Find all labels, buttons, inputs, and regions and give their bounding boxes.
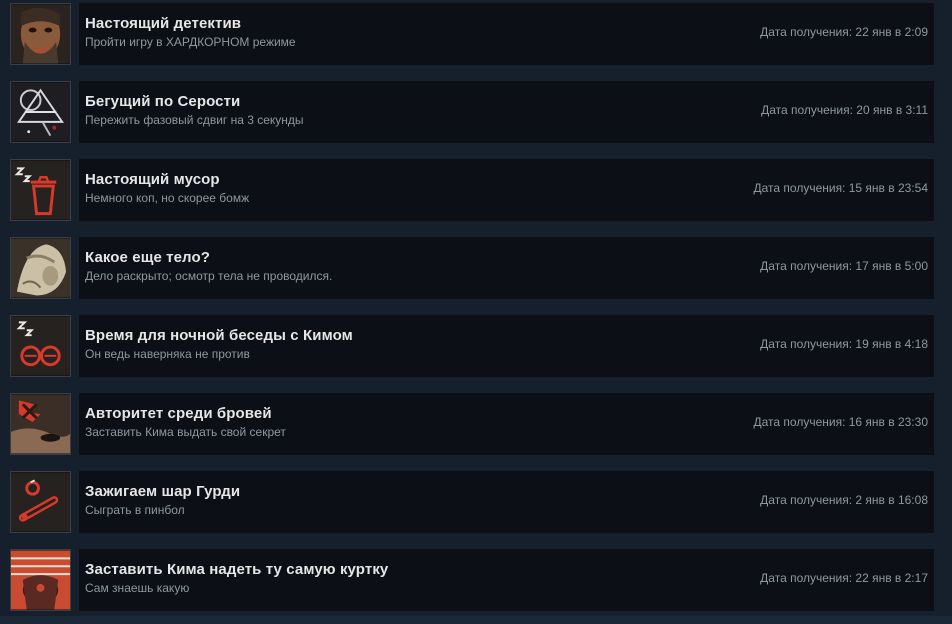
achievement-title: Авторитет среди бровей xyxy=(85,405,272,422)
achievement-description: Немного коп, но скорее бомж xyxy=(85,191,250,205)
achievement-title: Время для ночной беседы с Кимом xyxy=(85,327,353,344)
achievement-list: Настоящий детектив Пройти игру в ХАРДКОР… xyxy=(0,0,952,616)
achievement-card[interactable]: Настоящий мусор Немного коп, но скорее б… xyxy=(79,159,934,221)
achievement-card[interactable]: Время для ночной беседы с Кимом Он ведь … xyxy=(79,315,934,377)
achievement-title: Настоящий мусор xyxy=(85,171,220,188)
pale-sigil-icon xyxy=(10,81,71,143)
achievement-row: Зажигаем шар Гурди Сыграть в пинбол Дата… xyxy=(0,468,952,546)
pinball-flipper-icon xyxy=(10,471,71,533)
achievement-description: Сам знаешь какую xyxy=(85,581,190,595)
unlock-date: Дата получения: 17 янв в 5:00 xyxy=(760,259,928,273)
achievement-row: Время для ночной беседы с Кимом Он ведь … xyxy=(0,312,952,390)
unlock-date: Дата получения: 20 янв в 3:11 xyxy=(761,103,928,117)
sleeping-glasses-icon xyxy=(10,315,71,377)
achievement-title: Настоящий детектив xyxy=(85,15,242,32)
unlock-date: Дата получения: 15 янв в 23:54 xyxy=(753,181,929,195)
trash-can-icon xyxy=(10,159,71,221)
achievement-row: Заставить Кима надеть ту самую куртку Са… xyxy=(0,546,952,624)
achievement-row: Бегущий по Серости Пережить фазовый сдви… xyxy=(0,78,952,156)
achievement-description: Пережить фазовый сдвиг на 3 секунды xyxy=(85,113,304,127)
detective-portrait-icon xyxy=(10,3,71,65)
achievement-card[interactable]: Настоящий детектив Пройти игру в ХАРДКОР… xyxy=(79,3,934,65)
achievement-row: Какое еще тело? Дело раскрыто; осмотр те… xyxy=(0,234,952,312)
jacket-icon xyxy=(10,549,71,611)
achievement-row: Настоящий мусор Немного коп, но скорее б… xyxy=(0,156,952,234)
achievement-card[interactable]: Зажигаем шар Гурди Сыграть в пинбол Дата… xyxy=(79,471,934,533)
unlock-date: Дата получения: 2 янв в 16:08 xyxy=(760,493,928,507)
achievement-title: Бегущий по Серости xyxy=(85,93,241,110)
achievement-row: Авторитет среди бровей Заставить Кима вы… xyxy=(0,390,952,468)
achievement-description: Сыграть в пинбол xyxy=(85,503,185,517)
achievement-description: Он ведь наверняка не против xyxy=(85,347,250,361)
achievement-card[interactable]: Бегущий по Серости Пережить фазовый сдви… xyxy=(79,81,934,143)
unlock-date: Дата получения: 19 янв в 4:18 xyxy=(760,337,928,351)
achievement-description: Заставить Кима выдать свой секрет xyxy=(85,425,286,439)
achievement-card[interactable]: Заставить Кима надеть ту самую куртку Са… xyxy=(79,549,934,611)
achievement-card[interactable]: Авторитет среди бровей Заставить Кима вы… xyxy=(79,393,934,455)
achievement-title: Зажигаем шар Гурди xyxy=(85,483,241,500)
angry-brow-icon xyxy=(10,393,71,455)
achievement-title: Заставить Кима надеть ту самую куртку xyxy=(85,561,389,578)
achievement-title: Какое еще тело? xyxy=(85,249,211,266)
achievement-description: Пройти игру в ХАРДКОРНОМ режиме xyxy=(85,35,296,49)
unlock-date: Дата получения: 16 янв в 23:30 xyxy=(753,415,929,429)
hanged-body-icon xyxy=(10,237,71,299)
achievement-row: Настоящий детектив Пройти игру в ХАРДКОР… xyxy=(0,0,952,78)
achievement-description: Дело раскрыто; осмотр тела не проводился… xyxy=(85,269,333,283)
unlock-date: Дата получения: 22 янв в 2:17 xyxy=(760,571,928,585)
unlock-date: Дата получения: 22 янв в 2:09 xyxy=(760,25,928,39)
achievement-card[interactable]: Какое еще тело? Дело раскрыто; осмотр те… xyxy=(79,237,934,299)
